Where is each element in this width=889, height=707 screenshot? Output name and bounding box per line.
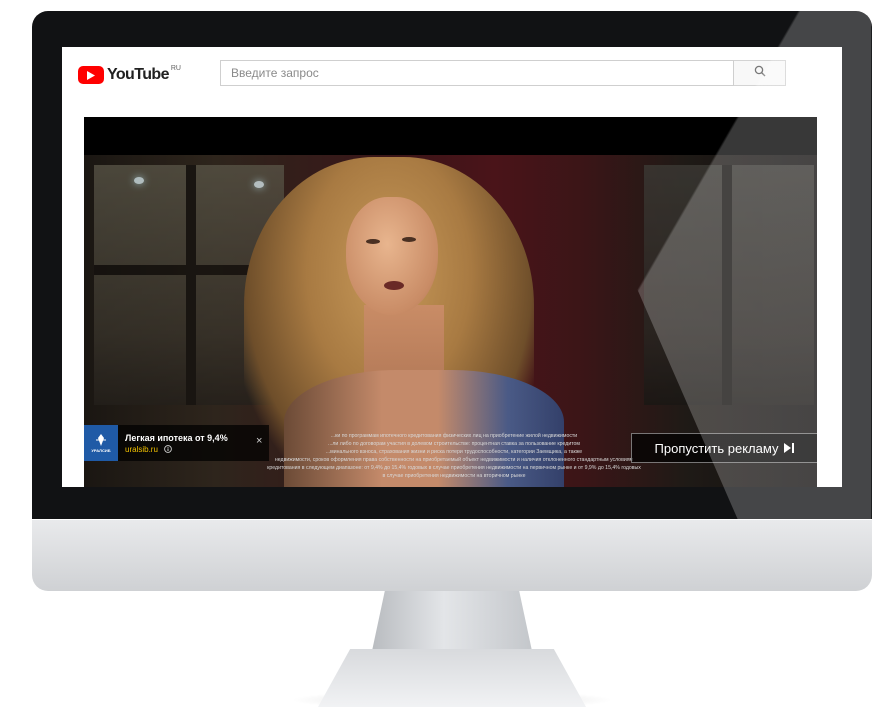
- skip-next-icon: [784, 443, 795, 453]
- ad-title[interactable]: Легкая ипотека от 9,4%: [125, 432, 228, 444]
- monitor-chin: [32, 519, 872, 591]
- region-code: RU: [170, 64, 181, 72]
- skip-ad-button[interactable]: Пропустить рекламу: [631, 433, 817, 463]
- ad-url[interactable]: uralsib.ru: [125, 444, 158, 455]
- close-ad-button[interactable]: ×: [256, 435, 262, 447]
- advertiser-wordmark: УРАЛСИБ: [91, 447, 111, 453]
- ad-overlay-card[interactable]: УРАЛСИБ Легкая ипотека от 9,4% uralsib.r…: [84, 425, 269, 461]
- search-input[interactable]: [221, 61, 733, 85]
- info-icon[interactable]: [164, 445, 172, 453]
- skip-ad-label: Пропустить рекламу: [654, 440, 779, 456]
- search-box: [220, 60, 734, 86]
- legal-line: кредитования в следующем диапазоне: от 9…: [267, 465, 641, 471]
- legal-line: в случае приобретения недвижимости на вт…: [382, 473, 526, 479]
- search-button[interactable]: [734, 60, 786, 86]
- monitor-stand-neck: [372, 591, 532, 651]
- uralsib-emblem-icon: [96, 433, 106, 446]
- search-icon: [754, 64, 766, 82]
- advertiser-logo: УРАЛСИБ: [84, 425, 118, 461]
- monitor-screen: YouTube RU Введите запрос ...ки по прогр…: [62, 47, 842, 487]
- youtube-header: YouTube RU: [62, 47, 842, 107]
- imac-mockup: YouTube RU Введите запрос ...ки по прогр…: [0, 0, 889, 707]
- actress-face: [346, 197, 438, 315]
- background-window-right: [644, 165, 814, 405]
- monitor-stand-base: [318, 649, 586, 707]
- video-player[interactable]: ...ки по программам ипотечного кредитова…: [84, 117, 817, 487]
- youtube-wordmark: YouTube: [107, 66, 169, 83]
- youtube-play-icon: [78, 66, 104, 84]
- youtube-logo[interactable]: YouTube RU: [78, 64, 181, 86]
